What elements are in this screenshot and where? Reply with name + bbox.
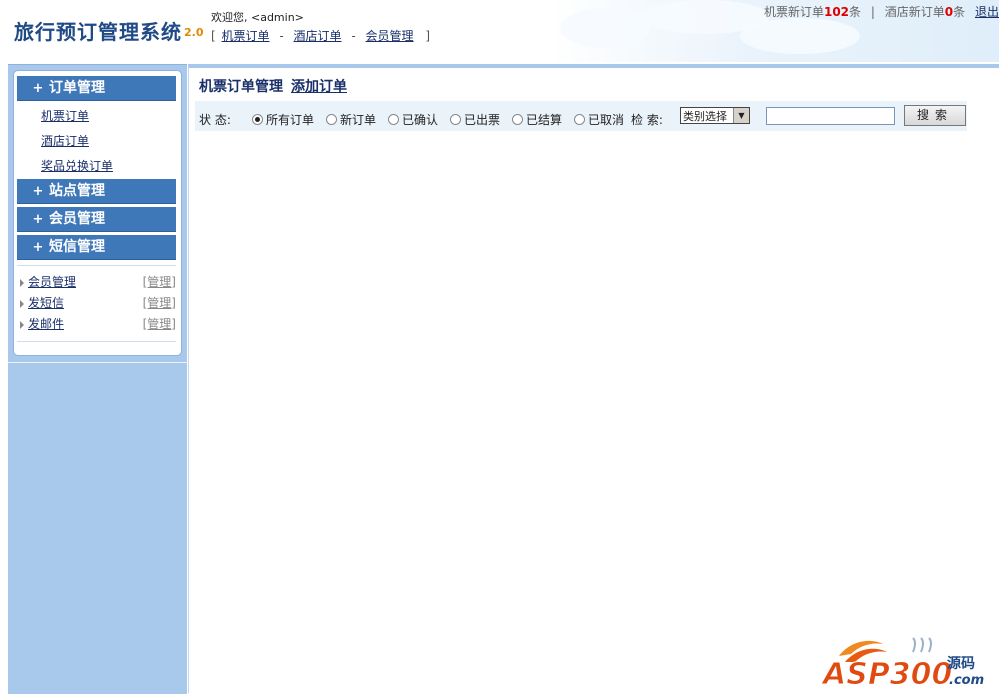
flight-new-count: 102	[823, 5, 850, 19]
send-sms-link[interactable]: 发短信	[28, 296, 64, 310]
manage-link[interactable]: [管理]	[143, 294, 176, 311]
page-title: 机票订单管理	[199, 79, 283, 95]
dropdown-arrow-icon: ▼	[733, 108, 749, 123]
nav-separator: -	[279, 29, 284, 43]
menu-group-label: 会员管理	[49, 211, 105, 227]
page-heading: 机票订单管理 添加订单	[199, 76, 347, 96]
flight-notice-unit: 条	[849, 5, 862, 19]
cloud-decoration	[740, 18, 860, 54]
search-button[interactable]: 搜索	[904, 105, 966, 126]
plus-icon: +	[32, 240, 44, 255]
radio-icon	[574, 114, 585, 125]
manage-link[interactable]: [管理]	[143, 273, 176, 290]
svg-text:源码: 源码	[947, 655, 975, 672]
plus-icon: +	[32, 184, 44, 199]
hotel-notice-label: 酒店新订单	[884, 5, 945, 19]
svg-text:ASP300: ASP300	[821, 657, 952, 689]
notice-separator: |	[870, 5, 875, 19]
menu-group-member-management[interactable]: + 会员管理	[17, 207, 176, 232]
category-select[interactable]: 类别选择 ▼	[680, 107, 750, 124]
app-title: 旅行预订管理系统	[14, 20, 182, 44]
radio-icon	[326, 114, 337, 125]
radio-label: 已出票	[464, 113, 501, 127]
nav-separator: -	[351, 29, 356, 43]
sidebar-item-hotel-orders[interactable]: 酒店订单	[41, 132, 89, 149]
radio-icon	[388, 114, 399, 125]
svg-text:.com: .com	[949, 673, 984, 688]
status-label: 状 态:	[199, 113, 231, 127]
member-link-row: 发短信 [管理]	[20, 294, 176, 312]
sidebar-menu-panel: + 订单管理 机票订单 酒店订单 奖品兑换订单 + 站点管理 + 会员管理 + 短信管理…	[13, 70, 182, 356]
nav-member-management[interactable]: 会员管理	[366, 29, 414, 43]
radio-label: 已结算	[526, 113, 563, 127]
new-order-notice: 机票新订单102条 | 酒店新订单0条 退出	[764, 3, 999, 20]
top-nav: [ 机票订单 - 酒店订单 - 会员管理 ]	[211, 27, 430, 44]
radio-checked-icon	[252, 114, 263, 125]
nav-hotel-orders[interactable]: 酒店订单	[294, 29, 342, 43]
menu-group-label: 站点管理	[49, 183, 105, 199]
filter-toolbar: 状 态: 所有订单 新订单 已确认 已出票 已结算 已取消 检 索: 类别选择 …	[195, 101, 967, 131]
sidebar-item-prize-orders[interactable]: 奖品兑换订单	[41, 157, 113, 174]
triangle-bullet-icon	[20, 320, 24, 329]
welcome-text: 欢迎您, <admin>	[211, 11, 304, 24]
manage-link[interactable]: [管理]	[143, 315, 176, 332]
sidebar-item-flight-orders[interactable]: 机票订单	[41, 107, 89, 124]
menu-group-label: 短信管理	[49, 239, 105, 255]
radio-label: 所有订单	[266, 113, 315, 127]
status-radio-confirmed[interactable]: 已确认	[388, 111, 438, 128]
member-link-row: 会员管理 [管理]	[20, 273, 176, 291]
divider	[17, 265, 176, 266]
send-email-link[interactable]: 发邮件	[28, 317, 64, 331]
menu-group-sms-management[interactable]: + 短信管理	[17, 235, 176, 260]
menu-group-order-management[interactable]: + 订单管理	[17, 76, 176, 101]
triangle-bullet-icon	[20, 278, 24, 287]
asp300-logo: ASP300 源码 .com	[821, 637, 984, 689]
divider	[17, 341, 176, 342]
add-order-link[interactable]: 添加订单	[291, 79, 347, 95]
header: 旅行预订管理系统 2.0 欢迎您, <admin> [ 机票订单 - 酒店订单 …	[0, 0, 999, 62]
status-radio-settled[interactable]: 已结算	[512, 111, 562, 128]
status-radio-cancelled[interactable]: 已取消	[574, 111, 624, 128]
nav-bracket-close: ]	[425, 29, 431, 43]
plus-icon: +	[32, 81, 44, 96]
radio-icon	[450, 114, 461, 125]
radio-label: 已取消	[588, 113, 625, 127]
plus-icon: +	[32, 212, 44, 227]
hotel-notice-unit: 条	[953, 5, 966, 19]
menu-group-site-management[interactable]: + 站点管理	[17, 179, 176, 204]
search-input[interactable]	[766, 107, 895, 125]
nav-bracket-open: [	[211, 29, 216, 43]
nav-flight-orders[interactable]: 机票订单	[222, 29, 270, 43]
sidebar: + 订单管理 机票订单 酒店订单 奖品兑换订单 + 站点管理 + 会员管理 + 短信管理…	[8, 64, 187, 694]
status-radio-new[interactable]: 新订单	[326, 111, 376, 128]
member-link[interactable]: 会员管理	[28, 275, 76, 289]
app-version: 2.0	[184, 26, 204, 39]
status-radio-all[interactable]: 所有订单	[252, 111, 314, 128]
logout-link[interactable]: 退出	[975, 5, 999, 19]
radio-icon	[512, 114, 523, 125]
menu-group-label: 订单管理	[49, 80, 105, 96]
member-link-row: 发邮件 [管理]	[20, 315, 176, 333]
status-radio-ticketed[interactable]: 已出票	[450, 111, 500, 128]
flight-notice-label: 机票新订单	[763, 5, 824, 19]
radio-label: 新订单	[340, 113, 377, 127]
hotel-new-count: 0	[944, 5, 954, 19]
cloud-decoration	[560, 8, 650, 48]
sidebar-divider	[8, 362, 187, 363]
main-content: 机票订单管理 添加订单 状 态: 所有订单 新订单 已确认 已出票 已结算 已取消…	[188, 64, 999, 693]
triangle-bullet-icon	[20, 299, 24, 308]
category-select-value: 类别选择	[683, 110, 727, 123]
search-label: 检 索:	[631, 113, 663, 127]
radio-label: 已确认	[402, 113, 439, 127]
